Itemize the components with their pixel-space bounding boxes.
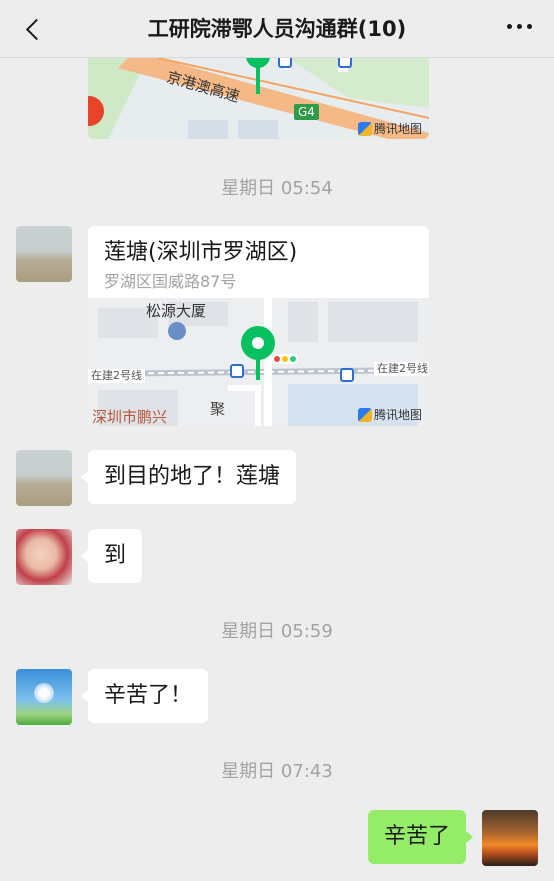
area-label: 深圳市鹏兴 xyxy=(92,408,168,426)
map-provider-text: 腾讯地图 xyxy=(374,408,423,422)
message-text: 到目的地了！莲塘 xyxy=(104,464,281,489)
metro-icon xyxy=(278,58,292,68)
timestamp: 星期日 05:59 xyxy=(221,621,333,642)
map-pin-icon xyxy=(241,326,275,380)
traffic-light-icon xyxy=(272,354,298,364)
message-bubble[interactable]: 辛苦了！ xyxy=(80,669,209,723)
tencent-map-icon xyxy=(358,407,372,422)
metro-station-icon xyxy=(340,368,354,382)
avatar-self[interactable] xyxy=(482,810,538,866)
message-bubble-self[interactable]: 辛苦了 xyxy=(367,810,474,864)
back-button[interactable] xyxy=(18,14,48,44)
message-text: 到 xyxy=(104,543,127,568)
map-pin-icon xyxy=(246,58,270,94)
avatar[interactable] xyxy=(16,669,72,725)
message-bubble[interactable]: 到目的地了！莲塘 xyxy=(80,450,297,504)
map-provider-text: 腾讯地图 xyxy=(374,122,423,136)
chevron-left-icon xyxy=(25,18,47,40)
timestamp: 星期日 05:54 xyxy=(221,178,333,199)
street-label: 聚 xyxy=(210,400,226,418)
building-label: 松源大厦 xyxy=(146,302,207,320)
message-bubble[interactable]: 到 xyxy=(80,529,143,583)
map-provider-logo: 腾讯地图 xyxy=(358,120,422,137)
metro-line-label-right: 在建2号线 xyxy=(374,362,429,376)
timestamp: 星期日 07:43 xyxy=(221,761,333,782)
metro-line-label-left: 在建2号线 xyxy=(88,369,145,383)
tencent-map-icon xyxy=(358,121,372,136)
avatar[interactable] xyxy=(16,450,72,506)
map-provider-logo: 腾讯地图 xyxy=(358,406,422,423)
location-message-card[interactable]: 莲塘(深圳市罗湖区) 罗湖区国威路87号 松源大厦 在建2号线 在建2号线 深圳… xyxy=(88,226,429,426)
location-message-map-partial[interactable]: 京港澳高速 G4 腾讯地图 xyxy=(88,58,429,139)
location-address: 罗湖区国威路87号 xyxy=(104,272,237,291)
more-options-icon[interactable] xyxy=(507,24,532,29)
road-badge-g4: G4 xyxy=(294,104,319,120)
metro-icon xyxy=(338,58,352,68)
message-text: 辛苦了 xyxy=(383,824,450,849)
avatar[interactable] xyxy=(16,226,72,282)
location-title: 莲塘(深圳市罗湖区) xyxy=(104,240,298,265)
avatar[interactable] xyxy=(16,529,72,585)
chat-navbar: 工研院滞鄂人员沟通群(10) xyxy=(0,0,554,58)
chat-title: 工研院滞鄂人员沟通群(10) xyxy=(147,17,407,41)
building-icon xyxy=(168,322,186,340)
map-preview-top: 京港澳高速 G4 腾讯地图 xyxy=(88,58,429,139)
map-preview: 松源大厦 在建2号线 在建2号线 深圳市鹏兴 聚 腾讯地图 xyxy=(88,298,429,426)
message-text: 辛苦了！ xyxy=(104,683,193,708)
